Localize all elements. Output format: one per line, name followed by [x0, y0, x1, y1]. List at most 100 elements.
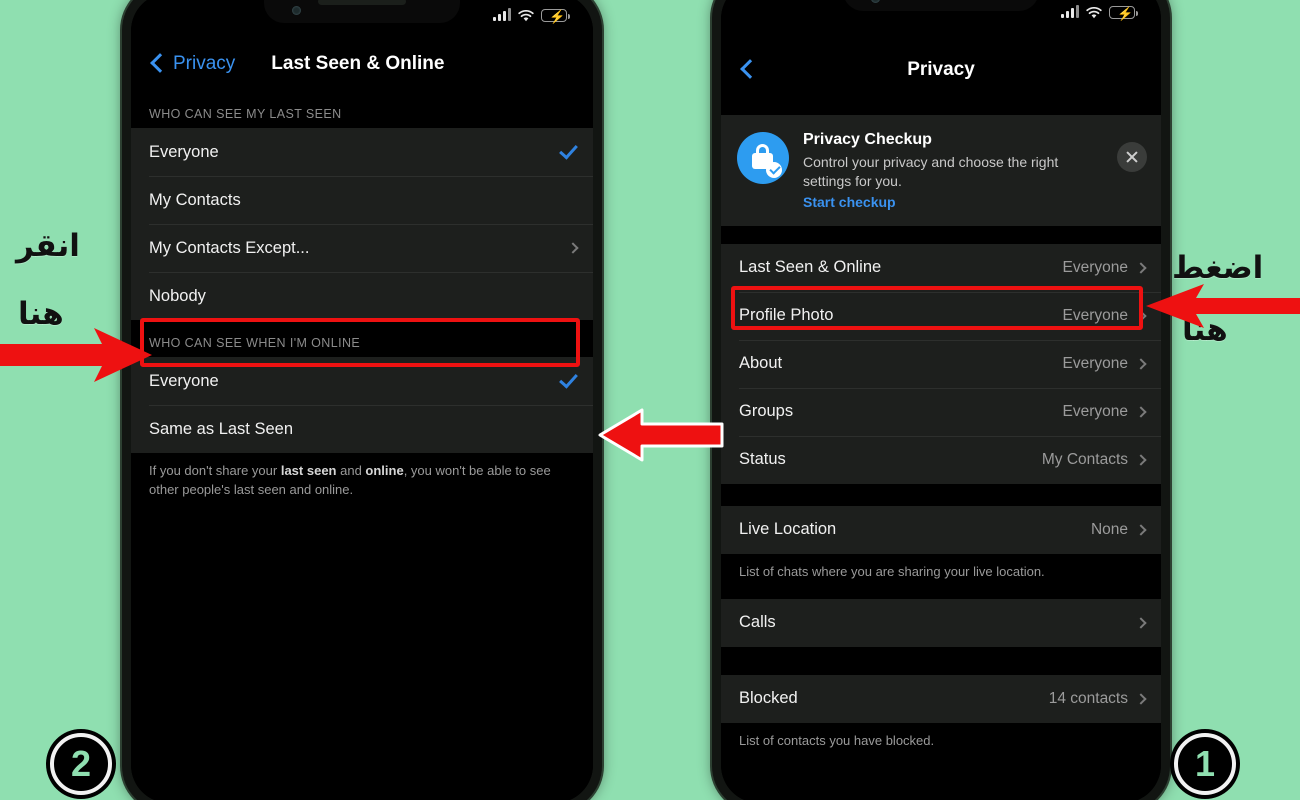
- row-label: Blocked: [739, 689, 798, 708]
- option-row-same-as-last-seen[interactable]: Same as Last Seen: [131, 405, 593, 453]
- footnote-bold-last-seen: last seen: [280, 463, 337, 478]
- option-row-my-contacts-except[interactable]: My Contacts Except...: [131, 224, 593, 272]
- spacer: [721, 225, 1161, 244]
- section-header-last-seen: WHO CAN SEE MY LAST SEEN: [131, 91, 593, 128]
- back-label[interactable]: Privacy: [173, 53, 235, 75]
- lock-check-icon: [737, 132, 789, 184]
- chevron-left-icon[interactable]: [735, 57, 761, 83]
- notch: [264, 0, 460, 23]
- settings-row-groups[interactable]: Groups Everyone: [721, 387, 1161, 436]
- annotation-right-line1: اضغط: [1172, 250, 1264, 286]
- step-badge-2: 2: [50, 733, 112, 795]
- step-badge-1: 1: [1174, 733, 1236, 795]
- front-camera-icon: [292, 6, 301, 15]
- check-icon: [559, 368, 578, 389]
- footnote-part-2: and: [336, 463, 366, 478]
- notch: [843, 0, 1039, 11]
- footnote-bold-online: online: [365, 463, 404, 478]
- row-label: About: [739, 354, 783, 373]
- option-row-my-contacts[interactable]: My Contacts: [131, 176, 593, 224]
- page-title: Last Seen & Online: [271, 53, 445, 74]
- row-value: None: [1090, 520, 1128, 538]
- row-label: Status: [739, 450, 786, 469]
- option-row-everyone[interactable]: Everyone: [131, 128, 593, 176]
- row-label: Profile Photo: [739, 306, 834, 325]
- wifi-icon: [518, 9, 534, 22]
- last-seen-options-group: Everyone My Contacts My Contacts Except.…: [131, 128, 593, 320]
- navbar-left: Privacy Last Seen & Online: [131, 37, 593, 91]
- arrow-pointing-to-nobody: [0, 328, 152, 382]
- spacer: [721, 590, 1161, 599]
- start-checkup-link[interactable]: Start checkup: [803, 194, 1103, 210]
- blocked-footnote: List of contacts you have blocked.: [721, 722, 1161, 760]
- row-label: Groups: [739, 402, 794, 421]
- row-label: Last Seen & Online: [739, 258, 882, 277]
- section-header-online: WHO CAN SEE WHEN I'M ONLINE: [131, 320, 593, 357]
- phone-left: ⚡ Privacy Last Seen & Online WHO CAN SEE…: [122, 0, 602, 800]
- chevron-right-icon: [1135, 406, 1147, 418]
- footnote-part-1: If you don't share your: [149, 463, 281, 478]
- chevron-right-icon: [1135, 616, 1147, 629]
- signal-bars-icon: [493, 8, 511, 21]
- option-label: Same as Last Seen: [149, 419, 294, 438]
- spacer: [721, 483, 1161, 506]
- row-value: My Contacts: [1041, 450, 1128, 468]
- live-location-group: Live Location None: [721, 505, 1161, 554]
- privacy-screen: Privacy Privacy Checkup Control your pri…: [721, 0, 1161, 800]
- navbar-right: Privacy: [721, 43, 1161, 97]
- close-icon[interactable]: [1117, 142, 1147, 172]
- chevron-right-icon: [1135, 524, 1147, 536]
- front-camera-icon: [871, 0, 880, 3]
- chevron-right-icon: [1135, 692, 1147, 705]
- checkup-description: Control your privacy and choose the righ…: [803, 154, 1059, 189]
- privacy-settings-group: Last Seen & Online Everyone Profile Phot…: [721, 243, 1161, 484]
- check-icon: [559, 139, 578, 160]
- settings-row-status[interactable]: Status My Contacts: [721, 435, 1161, 484]
- settings-row-profile-photo[interactable]: Profile Photo Everyone: [721, 291, 1161, 340]
- checkup-text: Privacy Checkup Control your privacy and…: [803, 130, 1103, 210]
- privacy-checkup-card[interactable]: Privacy Checkup Control your privacy and…: [721, 115, 1161, 226]
- settings-row-calls[interactable]: Calls: [721, 599, 1161, 647]
- row-label: Calls: [739, 613, 776, 632]
- online-options-group: Everyone Same as Last Seen: [131, 357, 593, 453]
- option-label: My Contacts: [149, 190, 241, 209]
- chevron-left-icon[interactable]: [145, 51, 171, 77]
- settings-row-blocked[interactable]: Blocked 14 contacts: [721, 675, 1161, 723]
- option-row-online-everyone[interactable]: Everyone: [131, 357, 593, 405]
- chevron-right-icon: [1135, 262, 1147, 274]
- checkup-title: Privacy Checkup: [803, 131, 932, 148]
- settings-row-last-seen-online[interactable]: Last Seen & Online Everyone: [721, 244, 1161, 292]
- row-value: 14 contacts: [1048, 689, 1128, 707]
- last-seen-footnote: If you don't share your last seen and on…: [131, 453, 593, 509]
- settings-row-live-location[interactable]: Live Location None: [721, 506, 1161, 554]
- chevron-right-icon: [567, 242, 579, 254]
- settings-row-about[interactable]: About Everyone: [721, 339, 1161, 388]
- phone-right-screen: ⚡ Privacy Privacy Checkup Control your p…: [721, 0, 1161, 800]
- last-seen-screen: Privacy Last Seen & Online WHO CAN SEE M…: [131, 0, 593, 800]
- arrow-between-phones: [598, 408, 724, 462]
- blocked-group: Blocked 14 contacts: [721, 674, 1161, 723]
- speaker-grille: [318, 0, 406, 5]
- wifi-icon: [1086, 6, 1102, 19]
- screenshot-canvas: ⚡ Privacy Last Seen & Online WHO CAN SEE…: [0, 0, 1300, 800]
- option-label: Nobody: [149, 286, 206, 305]
- arrow-pointing-to-last-seen: [1146, 284, 1300, 328]
- spacer: [721, 646, 1161, 675]
- row-value: Everyone: [1062, 306, 1128, 324]
- row-value: Everyone: [1062, 402, 1128, 420]
- spacer: [721, 97, 1161, 115]
- row-label: Live Location: [739, 520, 837, 539]
- chevron-right-icon: [1135, 454, 1147, 466]
- option-label: Everyone: [149, 371, 219, 390]
- phone-right: ⚡ Privacy Privacy Checkup Control your p…: [712, 0, 1170, 800]
- live-location-footnote: List of chats where you are sharing your…: [721, 553, 1161, 591]
- battery-charging-icon: ⚡: [1109, 5, 1138, 21]
- battery-charging-icon: ⚡: [541, 8, 570, 24]
- option-label: Everyone: [149, 142, 219, 161]
- calls-group: Calls: [721, 598, 1161, 647]
- row-value: Everyone: [1062, 258, 1128, 276]
- phone-left-screen: ⚡ Privacy Last Seen & Online WHO CAN SEE…: [131, 0, 593, 800]
- annotation-left-line1: انقر: [16, 228, 80, 264]
- option-row-nobody[interactable]: Nobody: [131, 272, 593, 320]
- page-title: Privacy: [907, 59, 975, 80]
